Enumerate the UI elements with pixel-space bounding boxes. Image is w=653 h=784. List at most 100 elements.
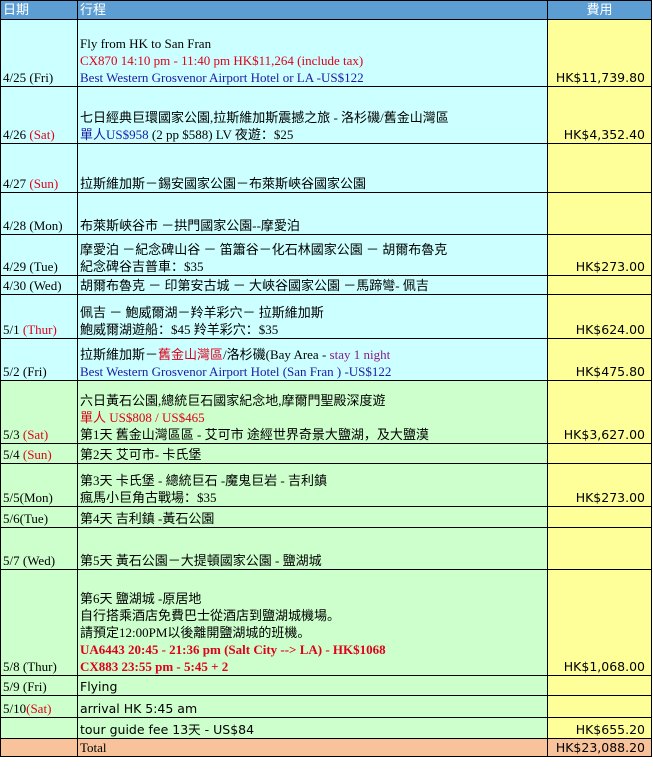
table-row: 5/7 (Wed) 第5天 黃石公園－大提頓國家公園 - 鹽湖城 [0, 527, 652, 570]
date-cell: 4/26 (Sat) [0, 86, 78, 144]
itinerary-line: 第4天 吉利鎮 -黃石公園 [80, 511, 215, 526]
table-row: 5/1 (Thur) 佩吉 － 鮑威爾湖－羚羊彩穴－ 拉斯維加斯 鮑威爾湖遊船：… [0, 294, 652, 339]
table-row: 5/5(Mon) 第3天 卡氏堡 - 總統巨石 -魔鬼巨岩 - 吉利鎮 瘋馬小巨… [0, 463, 652, 507]
weekday-text: (Sat) [22, 427, 49, 442]
date-cell: 5/9 (Fri) [0, 675, 78, 696]
table-row: 5/3 (Sat) 六日黃石公園,總統巨石國家紀念地,摩爾門聖殿深度遊 單人 U… [0, 380, 652, 444]
fee-cell: HK$1,068.00 [547, 569, 652, 676]
itinerary-cell: 摩愛泊 －紀念碑山谷 － 笛簫谷－化石林國家公園 － 胡爾布魯克 紀念碑谷吉普車… [77, 234, 548, 276]
itinerary-table: 日期 行程 費用 4/25 (Fri) Fly from HK to San F… [0, 0, 652, 757]
itinerary-line: 六日黃石公園,總統巨石國家紀念地,摩爾門聖殿深度遊 [80, 393, 386, 408]
itinerary-cell: 佩吉 － 鮑威爾湖－羚羊彩穴－ 拉斯維加斯 鮑威爾湖遊船：$45 羚羊彩穴：$3… [77, 294, 548, 339]
fee-cell: HK$11,739.80 [547, 19, 652, 87]
table-row: 5/9 (Fri) Flying [0, 675, 652, 696]
fee-cell [547, 675, 652, 696]
itinerary-line: tour guide fee 13天 - US$84 [80, 722, 255, 737]
itinerary-line: 第1天 舊金山灣區區 - 艾可市 途經世界奇景大鹽湖，及大鹽漠 [80, 427, 429, 442]
header-date: 日期 [0, 0, 78, 20]
fee-cell: HK$273.00 [547, 234, 652, 276]
itinerary-line: Best Western Grosvenor Airport Hotel (Sa… [80, 364, 392, 379]
itinerary-cell: 第5天 黃石公園－大提頓國家公園 - 鹽湖城 [77, 527, 548, 570]
date-cell: 5/6(Tue) [0, 506, 78, 528]
itinerary-line: CX870 14:10 pm - 11:40 pm HK$11,264 (inc… [80, 53, 364, 68]
itinerary-line: 請預定12:00PM以後離開鹽湖城的班機。 [80, 625, 311, 640]
table-row: 5/2 (Fri) 拉斯維加斯－舊金山灣區/洛杉磯(Bay Area - sta… [0, 338, 652, 381]
total-fee: HK$23,088.20 [547, 738, 652, 757]
date-text: 5/10 [3, 701, 27, 716]
itinerary-line: 瘋馬小巨角古戰場：$35 [80, 490, 217, 505]
itinerary-cell: 第4天 吉利鎮 -黃石公園 [77, 506, 548, 528]
itinerary-cell: tour guide fee 13天 - US$84 [77, 717, 548, 739]
weekday-text: (Sat) [29, 127, 55, 142]
table-row: 5/4 (Sun) 第2天 艾可市- 卡氏堡 [0, 443, 652, 464]
itinerary-line: 鮑威爾湖遊船：$45 羚羊彩穴：$35 [80, 322, 279, 337]
header-itinerary: 行程 [77, 0, 548, 20]
table-row: 4/30 (Wed) 胡爾布魯克 － 印第安古城 － 大峽谷國家公園 －馬蹄彎-… [0, 275, 652, 295]
table-row: 4/27 (Sun) 拉斯維加斯－錫安國家公園－布萊斯峽谷國家公園 [0, 143, 652, 193]
itinerary-line: 紀念碑谷吉普車：$35 [80, 259, 204, 274]
itinerary-cell: arrival HK 5:45 am [77, 695, 548, 718]
fee-cell [547, 275, 652, 295]
itinerary-cell: 布萊斯峽谷市 －拱門國家公園--摩愛泊 [77, 192, 548, 235]
itinerary-line: 第2天 艾可市- 卡氏堡 [80, 447, 202, 462]
itinerary-line: arrival HK 5:45 am [80, 701, 198, 716]
date-cell: 5/2 (Fri) [0, 338, 78, 381]
itinerary-cell: 拉斯維加斯－錫安國家公園－布萊斯峽谷國家公園 [77, 143, 548, 193]
date-cell: 4/29 (Tue) [0, 234, 78, 276]
itinerary-cell: 七日經典巨環國家公園,拉斯維加斯震撼之旅 - 洛杉磯/舊金山灣區 單人US$95… [77, 86, 548, 144]
itinerary-cell: 第6天 鹽湖城 -原居地 自行搭乘酒店免費巴士從酒店到鹽湖城機場。 請預定12:… [77, 569, 548, 676]
date-text: 5/1 [3, 322, 23, 337]
fee-cell [547, 506, 652, 528]
header-row: 日期 行程 費用 [0, 0, 652, 20]
date-text: 4/27 [3, 176, 30, 191]
itinerary-line: 胡爾布魯克 － 印第安古城 － 大峽谷國家公園 －馬蹄彎- 佩吉 [80, 278, 429, 293]
fee-cell [547, 527, 652, 570]
itinerary-line: Flying [80, 679, 118, 694]
fee-cell: HK$624.00 [547, 294, 652, 339]
fee-cell: HK$655.20 [547, 717, 652, 739]
weekday-text: (Sat) [26, 701, 52, 716]
itinerary-line: 單人 US$808 / US$465 [80, 410, 205, 425]
date-cell: 5/4 (Sun) [0, 443, 78, 464]
itinerary-line: 單人US$958 [80, 127, 149, 142]
fee-cell: HK$273.00 [547, 463, 652, 507]
itinerary-line: Fly from HK to San Fran [80, 36, 212, 51]
itinerary-line: 拉斯維加斯－ [80, 347, 159, 362]
itinerary-cell: 拉斯維加斯－舊金山灣區/洛杉磯(Bay Area - stay 1 night … [77, 338, 548, 381]
date-cell: 5/10(Sat) [0, 695, 78, 718]
itinerary-line: 第3天 卡氏堡 - 總統巨石 -魔鬼巨岩 - 吉利鎮 [80, 473, 327, 488]
total-row: Total HK$23,088.20 [0, 738, 652, 757]
itinerary-line: UA6443 20:45 - 21:36 pm (Salt City --> L… [80, 642, 386, 657]
itinerary-line: 第6天 鹽湖城 -原居地 [80, 591, 202, 606]
itinerary-line: Best Western Grosvenor Airport Hotel or … [80, 70, 364, 85]
table-row: 4/25 (Fri) Fly from HK to San Fran CX870… [0, 19, 652, 87]
fee-cell [547, 695, 652, 718]
itinerary-line: 佩吉 － 鮑威爾湖－羚羊彩穴－ 拉斯維加斯 [80, 305, 324, 320]
table-row: 4/29 (Tue) 摩愛泊 －紀念碑山谷 － 笛簫谷－化石林國家公園 － 胡爾… [0, 234, 652, 276]
date-cell [0, 717, 78, 739]
fee-cell: HK$3,627.00 [547, 380, 652, 444]
date-cell: 4/28 (Mon) [0, 192, 78, 235]
fee-cell [547, 192, 652, 235]
table-row: tour guide fee 13天 - US$84 HK$655.20 [0, 717, 652, 739]
itinerary-line: /洛杉磯(Bay Area - [223, 347, 330, 362]
fee-cell: HK$4,352.40 [547, 86, 652, 144]
table-row: 5/8 (Thur) 第6天 鹽湖城 -原居地 自行搭乘酒店免費巴士從酒店到鹽湖… [0, 569, 652, 676]
date-cell: 5/5(Mon) [0, 463, 78, 507]
itinerary-cell: Flying [77, 675, 548, 696]
itinerary-cell: 胡爾布魯克 － 印第安古城 － 大峽谷國家公園 －馬蹄彎- 佩吉 [77, 275, 548, 295]
itinerary-line: CX883 23:55 pm - 5:45 + 2 [80, 659, 229, 674]
table-row: 5/10(Sat) arrival HK 5:45 am [0, 695, 652, 718]
itinerary-line: 舊金山灣區 [158, 347, 224, 362]
itinerary-line: 布萊斯峽谷市 －拱門國家公園--摩愛泊 [80, 218, 300, 233]
itinerary-cell: 六日黃石公園,總統巨石國家紀念地,摩爾門聖殿深度遊 單人 US$808 / US… [77, 380, 548, 444]
itinerary-cell: Fly from HK to San Fran CX870 14:10 pm -… [77, 19, 548, 87]
weekday-text: (Sun) [22, 447, 52, 462]
fee-cell [547, 143, 652, 193]
itinerary-line: 七日經典巨環國家公園,拉斯維加斯震撼之旅 - 洛杉磯/舊金山灣區 [80, 110, 449, 125]
date-cell: 4/30 (Wed) [0, 275, 78, 295]
table-row: 4/26 (Sat) 七日經典巨環國家公園,拉斯維加斯震撼之旅 - 洛杉磯/舊金… [0, 86, 652, 144]
weekday-text: (Thur) [22, 322, 57, 337]
date-text: 5/3 [3, 427, 23, 442]
itinerary-cell: 第3天 卡氏堡 - 總統巨石 -魔鬼巨岩 - 吉利鎮 瘋馬小巨角古戰場：$35 [77, 463, 548, 507]
